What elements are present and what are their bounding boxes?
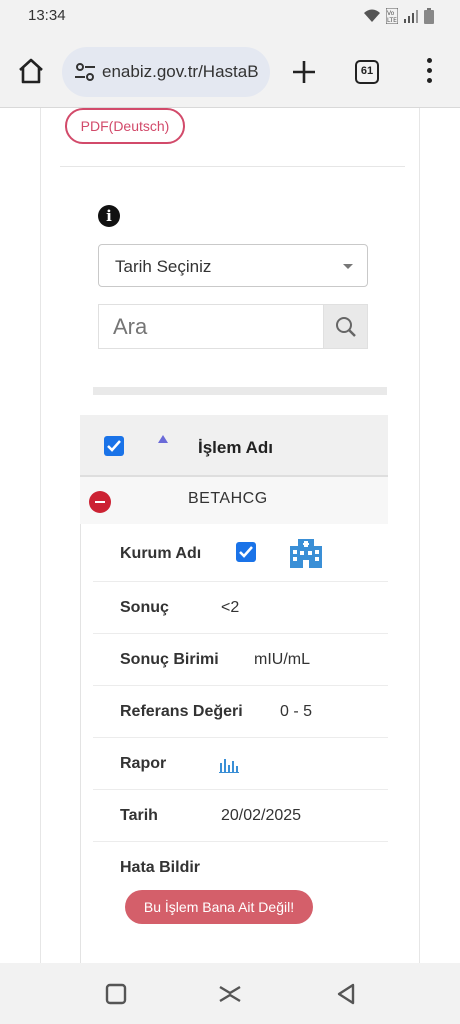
status-icons: Vo LTE: [363, 8, 434, 24]
more-menu-icon[interactable]: [423, 58, 435, 86]
tabs-icon[interactable]: 61: [355, 60, 379, 84]
column-header-islem-adi[interactable]: İşlem Adı: [198, 438, 273, 458]
detail-label: Rapor: [120, 755, 167, 772]
svg-text:Vo: Vo: [387, 10, 395, 17]
detail-row-sonuc-birimi: Sonuç Birimi mIU/mL: [93, 634, 388, 686]
select-all-checkbox[interactable]: [104, 436, 124, 456]
status-bar: 13:34 Vo LTE: [0, 0, 460, 34]
pdf-deutsch-button[interactable]: PDF(Deutsch): [65, 108, 185, 144]
detail-row-rapor: Rapor: [93, 738, 388, 790]
volte-icon: Vo LTE: [386, 8, 398, 24]
detail-row-kurum-adi: Kurum Adı: [93, 524, 388, 582]
checkbox-checked-icon[interactable]: [236, 542, 256, 562]
site-settings-icon[interactable]: [74, 62, 96, 82]
collapse-icon[interactable]: [89, 491, 111, 513]
horizontal-scrollbar[interactable]: [93, 387, 387, 395]
sort-asc-icon[interactable]: [158, 435, 168, 443]
svg-text:LTE: LTE: [387, 17, 397, 24]
not-my-procedure-button[interactable]: Bu İşlem Bana Ait Değil!: [125, 890, 313, 924]
detail-row-referans-degeri: Referans Değeri 0 - 5: [93, 686, 388, 738]
signal-icon: [404, 10, 418, 23]
detail-label: Hata Bildir: [120, 859, 201, 876]
date-select-value: Tarih Seçiniz: [115, 257, 212, 276]
home-gesture-icon[interactable]: [217, 981, 243, 1007]
table-row: BETAHCG: [80, 477, 388, 524]
search-icon: [336, 317, 356, 337]
address-bar[interactable]: enabiz.gov.tr/HastaB: [62, 47, 270, 97]
detail-row-sonuc: Sonuç <2: [93, 582, 388, 634]
battery-icon: [424, 8, 434, 24]
detail-label: Kurum Adı: [120, 545, 202, 562]
group-name: BETAHCG: [188, 490, 268, 507]
detail-label: Tarih: [120, 807, 158, 824]
detail-label: Referans Değeri: [120, 703, 243, 720]
checkmark-icon: [239, 546, 253, 558]
detail-label: Sonuç Birimi: [120, 651, 219, 668]
detail-value: mIU/mL: [254, 651, 310, 668]
checkmark-icon: [107, 440, 121, 452]
home-icon[interactable]: [16, 56, 46, 86]
chart-icon[interactable]: [219, 755, 239, 773]
chevron-down-icon: [343, 264, 353, 269]
search-group: [98, 304, 368, 349]
hospital-icon[interactable]: [288, 536, 324, 570]
detail-value: 0 - 5: [280, 703, 313, 720]
url-text: enabiz.gov.tr/HastaB: [102, 62, 259, 81]
detail-row-tarih: Tarih 20/02/2025: [93, 790, 388, 842]
table-header: İşlem Adı: [80, 415, 388, 477]
recents-icon[interactable]: [103, 981, 129, 1007]
info-icon[interactable]: i: [98, 205, 120, 227]
new-tab-icon[interactable]: [290, 58, 318, 86]
status-time: 13:34: [28, 7, 66, 24]
back-icon[interactable]: [333, 981, 359, 1007]
detail-label: Sonuç: [120, 599, 169, 616]
browser-toolbar: enabiz.gov.tr/HastaB 61: [0, 34, 460, 108]
detail-value: <2: [221, 599, 240, 616]
date-select[interactable]: Tarih Seçiniz: [98, 244, 368, 287]
wifi-icon: [364, 9, 380, 22]
system-nav-bar: [0, 963, 460, 1024]
detail-value: 20/02/2025: [221, 807, 302, 824]
page-content: PDF(Deutsch) i Tarih Seçiniz İşlem Adı B…: [0, 108, 460, 963]
search-button[interactable]: [323, 304, 368, 349]
search-input[interactable]: [98, 304, 324, 349]
divider: [60, 166, 405, 167]
